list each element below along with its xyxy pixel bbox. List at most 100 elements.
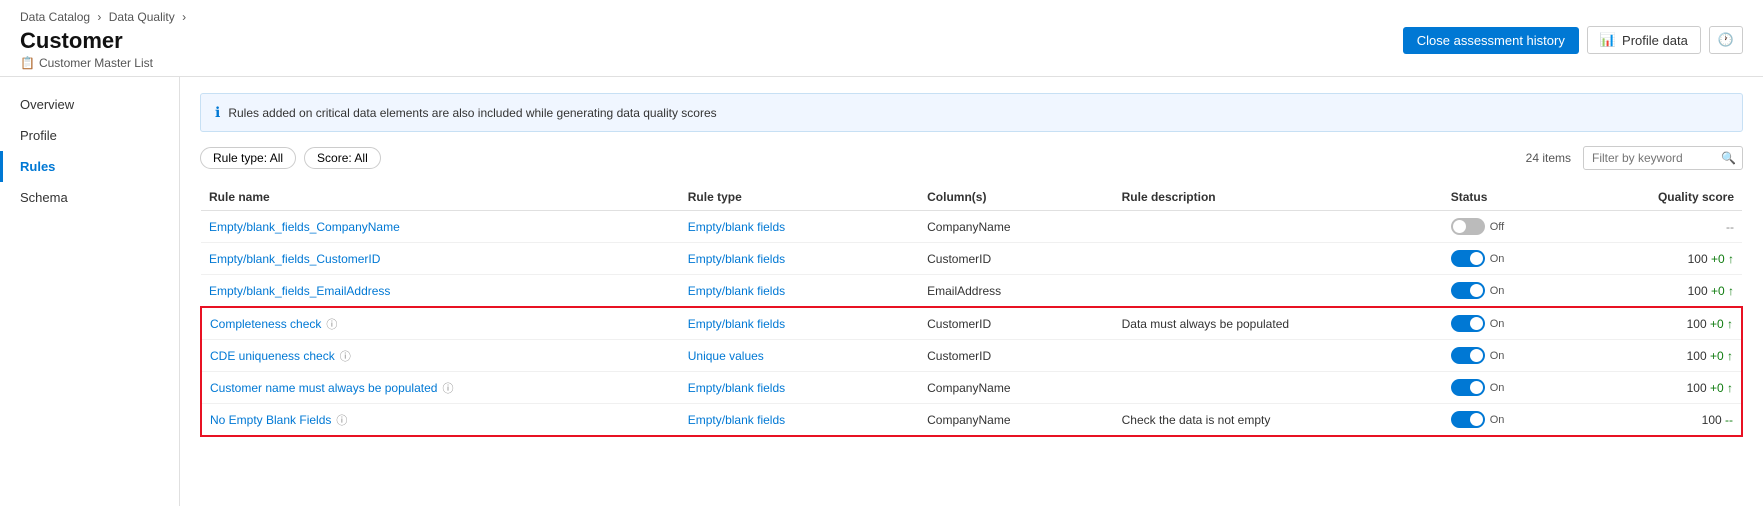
quality-delta: +0 ↑: [1710, 381, 1733, 395]
rule-name-link[interactable]: Customer name must always be populated: [210, 381, 437, 395]
clock-icon: 🕐: [1718, 32, 1734, 47]
dataset-icon: 📋: [20, 56, 35, 70]
sidebar: Overview Profile Rules Schema: [0, 77, 180, 506]
header-actions: Close assessment history 📊 Profile data …: [1403, 26, 1743, 54]
toggle-container: On: [1451, 379, 1585, 396]
rule-desc-value: Check the data is not empty: [1114, 404, 1443, 437]
quality-score-cell: 100 +0 ↑: [1592, 372, 1742, 404]
rule-type-value: Empty/blank fields: [688, 317, 785, 331]
status-toggle[interactable]: [1451, 282, 1485, 299]
search-icon: 🔍: [1721, 151, 1736, 165]
table-row: CDE uniqueness check ⓘ Unique values Custom…: [201, 340, 1742, 372]
col-header-rule-type: Rule type: [680, 184, 919, 211]
columns-value: CompanyName: [919, 372, 1113, 404]
rule-type-value: Empty/blank fields: [688, 381, 785, 395]
sidebar-item-rules[interactable]: Rules: [0, 151, 179, 182]
quality-score-value: 100: [1688, 284, 1711, 298]
info-banner-text: Rules added on critical data elements ar…: [228, 106, 716, 120]
table-row: Empty/blank_fields_EmailAddress Empty/bla…: [201, 275, 1742, 308]
status-label: On: [1490, 285, 1505, 297]
rule-name-link[interactable]: No Empty Blank Fields: [210, 413, 331, 427]
quality-score-value: 100: [1688, 252, 1711, 266]
status-label: On: [1490, 318, 1505, 330]
header-left: Data Catalog › Data Quality › Customer 📋…: [20, 10, 190, 70]
breadcrumb-dataquality[interactable]: Data Quality: [109, 10, 175, 24]
info-banner: ℹ Rules added on critical data elements …: [200, 93, 1743, 132]
status-label: On: [1490, 382, 1505, 394]
info-circle-icon: ⓘ: [336, 415, 347, 427]
toggle-container: On: [1451, 282, 1585, 299]
rule-desc-value: [1114, 340, 1443, 372]
status-toggle[interactable]: [1451, 250, 1485, 267]
table-header-row: Rule name Rule type Column(s) Rule descr…: [201, 184, 1742, 211]
columns-value: CustomerID: [919, 243, 1113, 275]
col-header-quality: Quality score: [1592, 184, 1742, 211]
normal-rows: Empty/blank_fields_CompanyName Empty/blan…: [201, 211, 1742, 308]
quality-delta: +0 ↑: [1711, 284, 1734, 298]
toggle-container: On: [1451, 411, 1585, 428]
sidebar-rules-label: Rules: [20, 159, 55, 174]
sidebar-profile-label: Profile: [20, 128, 57, 143]
quality-delta: +0 ↑: [1710, 349, 1733, 363]
filters-row: Rule type: All Score: All 24 items 🔍: [200, 146, 1743, 170]
status-toggle[interactable]: [1451, 411, 1485, 428]
page-title: Customer: [20, 28, 190, 54]
rule-name-link[interactable]: Empty/blank_fields_CompanyName: [209, 220, 400, 234]
sidebar-item-overview[interactable]: Overview: [0, 89, 179, 120]
info-circle-icon: ⓘ: [340, 351, 351, 363]
rule-type-value: Empty/blank fields: [688, 252, 785, 266]
score-filter[interactable]: Score: All: [304, 147, 381, 169]
search-input[interactable]: [1583, 146, 1743, 170]
status-toggle[interactable]: [1451, 347, 1485, 364]
sidebar-overview-label: Overview: [20, 97, 74, 112]
table-row: Empty/blank_fields_CustomerID Empty/blank…: [201, 243, 1742, 275]
status-toggle[interactable]: [1451, 218, 1485, 235]
rule-name-link[interactable]: Completeness check: [210, 317, 321, 331]
quality-delta: +0 ↑: [1710, 317, 1733, 331]
rule-name-link[interactable]: Empty/blank_fields_CustomerID: [209, 252, 380, 266]
toggle-container: On: [1451, 315, 1585, 332]
columns-value: CustomerID: [919, 340, 1113, 372]
sidebar-item-profile[interactable]: Profile: [0, 120, 179, 151]
status-toggle[interactable]: [1451, 315, 1485, 332]
rule-type-filter[interactable]: Rule type: All: [200, 147, 296, 169]
quality-score-value: 100: [1687, 317, 1710, 331]
main-layout: Overview Profile Rules Schema ℹ Rules ad…: [0, 77, 1763, 506]
sidebar-schema-label: Schema: [20, 190, 68, 205]
history-icon-button[interactable]: 🕐: [1709, 26, 1743, 54]
filters-right: 24 items 🔍: [1526, 146, 1743, 170]
profile-data-button[interactable]: 📊 Profile data: [1587, 26, 1701, 54]
breadcrumb-datacatalog[interactable]: Data Catalog: [20, 10, 90, 24]
table-row: Completeness check ⓘ Empty/blank fields Cus…: [201, 307, 1742, 340]
rules-table: Rule name Rule type Column(s) Rule descr…: [200, 184, 1743, 437]
col-header-rule-desc: Rule description: [1114, 184, 1443, 211]
info-circle-icon: ⓘ: [326, 319, 337, 331]
status-label: Off: [1490, 221, 1504, 233]
quality-score-cell: 100 +0 ↑: [1592, 307, 1742, 340]
rule-desc-value: [1114, 211, 1443, 243]
rule-name-link[interactable]: CDE uniqueness check: [210, 349, 335, 363]
search-wrapper: 🔍: [1583, 146, 1743, 170]
col-header-status: Status: [1443, 184, 1593, 211]
sidebar-item-schema[interactable]: Schema: [0, 182, 179, 213]
rule-type-value: Empty/blank fields: [688, 413, 785, 427]
status-label: On: [1490, 414, 1505, 426]
quality-score-cell: 100 +0 ↑: [1592, 243, 1742, 275]
quality-dash: --: [1726, 220, 1734, 234]
rule-name-link[interactable]: Empty/blank_fields_EmailAddress: [209, 284, 390, 298]
rule-desc-value: [1114, 243, 1443, 275]
content-area: ℹ Rules added on critical data elements …: [180, 77, 1763, 506]
header: Data Catalog › Data Quality › Customer 📋…: [0, 0, 1763, 77]
status-toggle[interactable]: [1451, 379, 1485, 396]
close-assessment-button[interactable]: Close assessment history: [1403, 27, 1579, 54]
toggle-container: On: [1451, 347, 1585, 364]
toggle-container: On: [1451, 250, 1585, 267]
filter-chips: Rule type: All Score: All: [200, 147, 381, 169]
rule-type-value: Empty/blank fields: [688, 284, 785, 298]
quality-score-value: 100: [1702, 413, 1725, 427]
columns-value: CompanyName: [919, 211, 1113, 243]
table-row: No Empty Blank Fields ⓘ Empty/blank fields…: [201, 404, 1742, 437]
table-row: Empty/blank_fields_CompanyNameEmpty/blan…: [201, 211, 1742, 243]
rule-type-value: Unique values: [688, 349, 764, 363]
columns-value: CustomerID: [919, 307, 1113, 340]
